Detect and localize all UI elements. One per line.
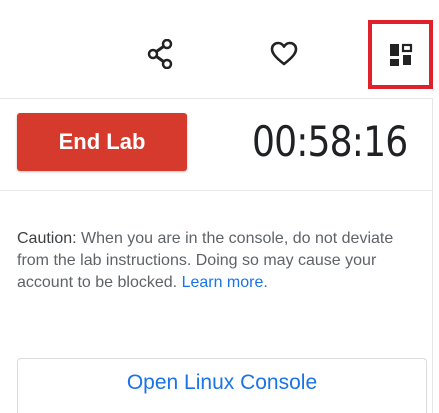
end-lab-button[interactable]: End Lab [17,113,187,171]
dashboard-layout-icon [389,43,412,66]
panel-edge [432,98,433,413]
favorite-button[interactable] [262,32,306,76]
top-toolbar [0,0,439,95]
caution-label: Caution: [17,230,77,247]
share-button[interactable] [138,32,182,76]
share-icon [147,39,173,69]
lab-timer: 00:58:16 [252,117,408,166]
caution-message: Caution: When you are in the console, do… [17,228,429,294]
open-linux-console-button[interactable]: Open Linux Console [17,358,427,413]
heart-icon [270,41,298,66]
learn-more-link[interactable]: Learn more. [182,274,268,291]
panel-divider [0,98,432,99]
layout-toggle-button[interactable] [368,20,433,89]
section-divider [0,190,432,191]
